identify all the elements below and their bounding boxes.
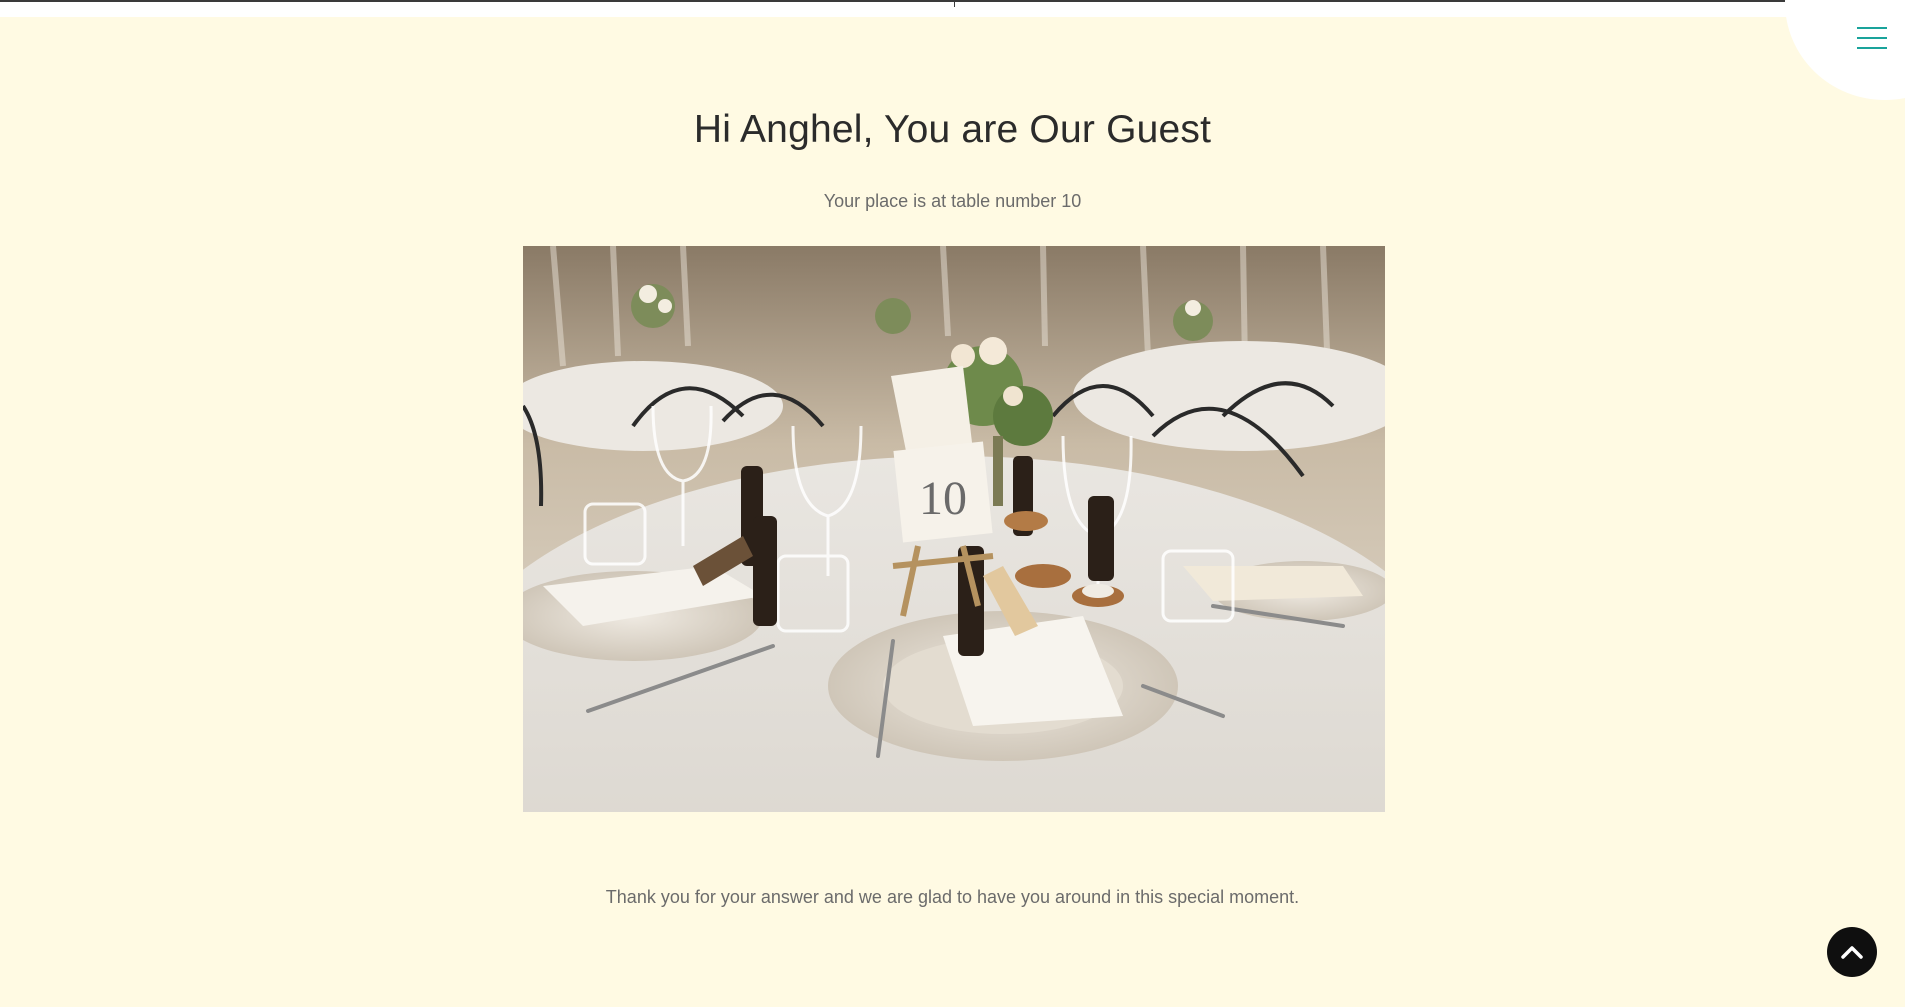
top-strip — [0, 0, 1905, 17]
thank-you-message: Thank you for your answer and we are gla… — [605, 887, 1300, 907]
chevron-up-icon — [1841, 946, 1863, 959]
table-assignment-text: Your place is at table number 10 — [823, 191, 1082, 211]
menu-button[interactable] — [1855, 24, 1889, 52]
table-number-card-text: 10 — [919, 472, 967, 525]
top-divider-tick — [954, 0, 955, 7]
page-title: Hi Anghel, You are Our Guest — [693, 108, 1212, 151]
back-to-top-button[interactable] — [1827, 927, 1877, 977]
page: Hi Anghel, You are Our Guest Your place … — [0, 0, 1905, 1007]
table-setting-photo: 10 — [523, 246, 1385, 812]
